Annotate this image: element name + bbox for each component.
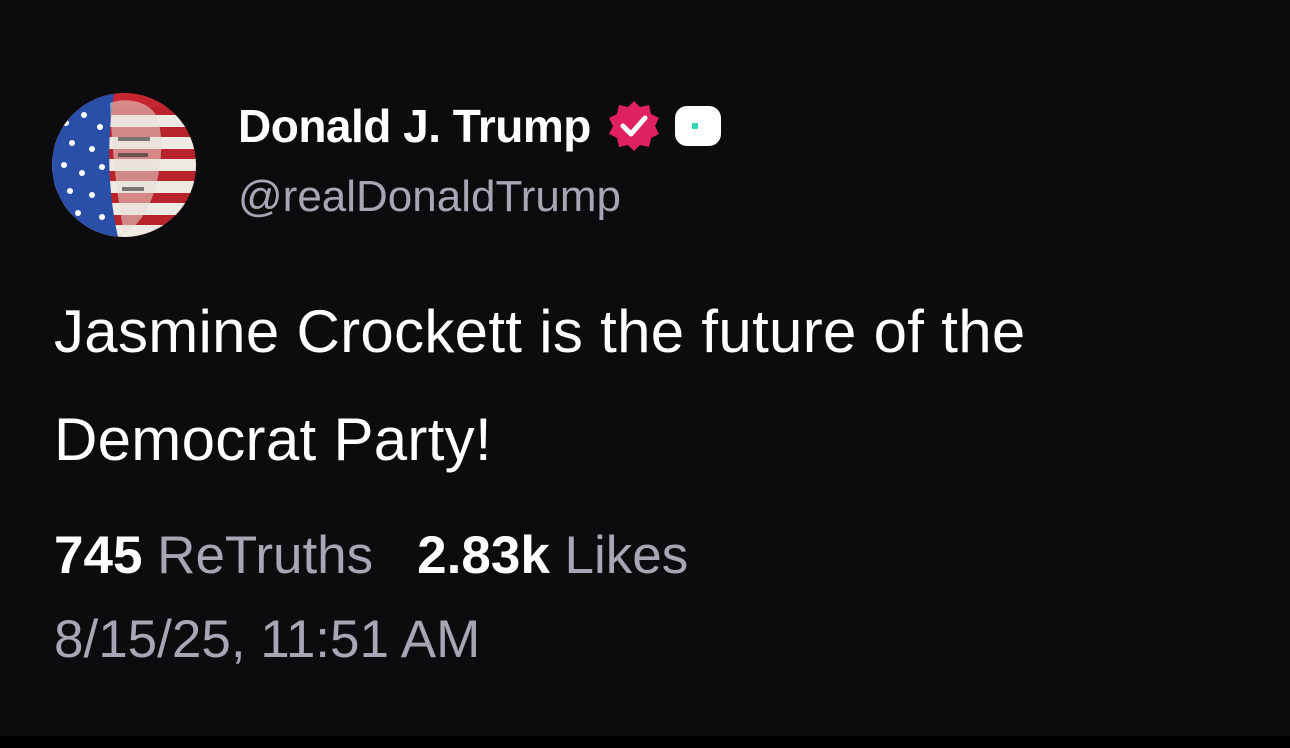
likes-count: 2.83k [417, 526, 550, 585]
display-name[interactable]: Donald J. Trump [238, 99, 591, 153]
post-screen: Donald J. Trump @realDonaldTrump Jasmine… [0, 0, 1290, 736]
likes-stat[interactable]: 2.83k Likes [417, 526, 688, 585]
author-handle[interactable]: @realDonaldTrump [238, 172, 1138, 222]
author-identity: Donald J. Trump @realDonaldTrump [238, 96, 1138, 222]
post-timestamp: 8/15/25, 11:51 AM [54, 610, 481, 669]
post-text: Jasmine Crockett is the future of the De… [54, 298, 1026, 473]
post-stats: 745 ReTruths 2.83k Likes [54, 524, 688, 588]
likes-label: Likes [564, 526, 689, 585]
avatar[interactable] [52, 93, 196, 237]
affiliate-badge-icon [674, 106, 721, 146]
verified-check-icon [608, 101, 659, 151]
retruths-count: 745 [54, 526, 143, 585]
flag-portrait-avatar-icon [52, 93, 196, 237]
name-row: Donald J. Trump [238, 96, 1138, 156]
retruths-stat[interactable]: 745 ReTruths [54, 526, 373, 585]
retruths-label: ReTruths [157, 526, 374, 585]
